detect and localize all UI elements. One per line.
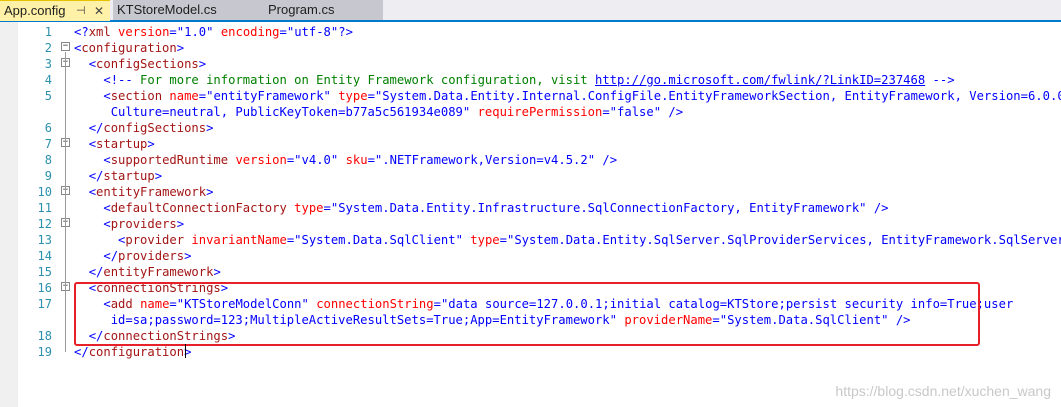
line-number: 5 (44, 89, 52, 103)
code-line-3: <configSections> (88, 57, 207, 71)
code-line-14: </providers> (103, 249, 192, 263)
line-number: 2 (44, 41, 52, 55)
code-line-8: <supportedRuntime version="v4.0" sku=".N… (103, 153, 618, 167)
code-line-6: </configSections> (88, 121, 214, 135)
code-line-13: <provider invariantName="System.Data.Sql… (118, 233, 1061, 247)
line-number: 4 (44, 73, 52, 87)
outline-guide (65, 52, 66, 352)
close-icon[interactable]: ✕ (94, 1, 104, 21)
line-number: 7 (44, 137, 52, 151)
line-number: 14 (37, 249, 52, 263)
highlight-box (74, 282, 980, 346)
line-number: 9 (44, 169, 52, 183)
text-caret (185, 344, 186, 358)
code-line-5-wrap: Culture=neutral, PublicKeyToken=b77a5c56… (110, 105, 684, 119)
tab-label: App.config (4, 3, 66, 18)
watermark: https://blog.csdn.net/xuchen_wang (835, 383, 1051, 399)
line-number: 1 (44, 25, 52, 39)
code-editor[interactable]: − − − − − − <?xml version="1.0" encoding… (0, 22, 1061, 407)
line-number: 16 (37, 281, 52, 295)
line-number: 18 (37, 329, 52, 343)
code-line-2: <configuration> (74, 41, 185, 55)
code-line-19: </configuration> (74, 345, 192, 359)
code-line-1: <?xml version="1.0" encoding="utf-8"?> (74, 25, 353, 39)
editor-gutter (0, 22, 18, 407)
line-number: 17 (37, 297, 52, 311)
tab-label: Program.cs (268, 2, 335, 17)
code-line-11: <defaultConnectionFactory type="System.D… (103, 201, 889, 215)
tab-bar: App.config ⊣ ✕ KTStoreModel.cs Program.c… (0, 0, 1061, 22)
line-number: 8 (44, 153, 52, 167)
code-line-9: </startup> (88, 169, 163, 183)
line-number: 15 (37, 265, 52, 279)
code-line-5: <section name="entityFramework" type="Sy… (103, 89, 1061, 103)
line-number: 11 (37, 201, 52, 215)
pin-icon[interactable]: ⊣ (76, 1, 86, 21)
tab-program[interactable]: Program.cs (263, 0, 383, 20)
tab-app-config[interactable]: App.config ⊣ ✕ (0, 0, 110, 21)
code-line-7: <startup> (88, 137, 155, 151)
code-line-15: </entityFramework> (88, 265, 221, 279)
line-number: 6 (44, 121, 52, 135)
code-line-12: <providers> (103, 217, 185, 231)
outline-collapse-2[interactable]: − (61, 42, 70, 51)
line-number: 13 (37, 233, 52, 247)
tab-label: KTStoreModel.cs (117, 2, 217, 17)
line-number: 12 (37, 217, 52, 231)
code-line-4: <!-- For more information on Entity Fram… (103, 73, 955, 87)
tab-ktstoremodel[interactable]: KTStoreModel.cs (113, 0, 263, 20)
line-number: 19 (37, 345, 52, 359)
line-number: 3 (44, 57, 52, 71)
line-number: 10 (37, 185, 52, 199)
code-line-10: <entityFramework> (88, 185, 214, 199)
